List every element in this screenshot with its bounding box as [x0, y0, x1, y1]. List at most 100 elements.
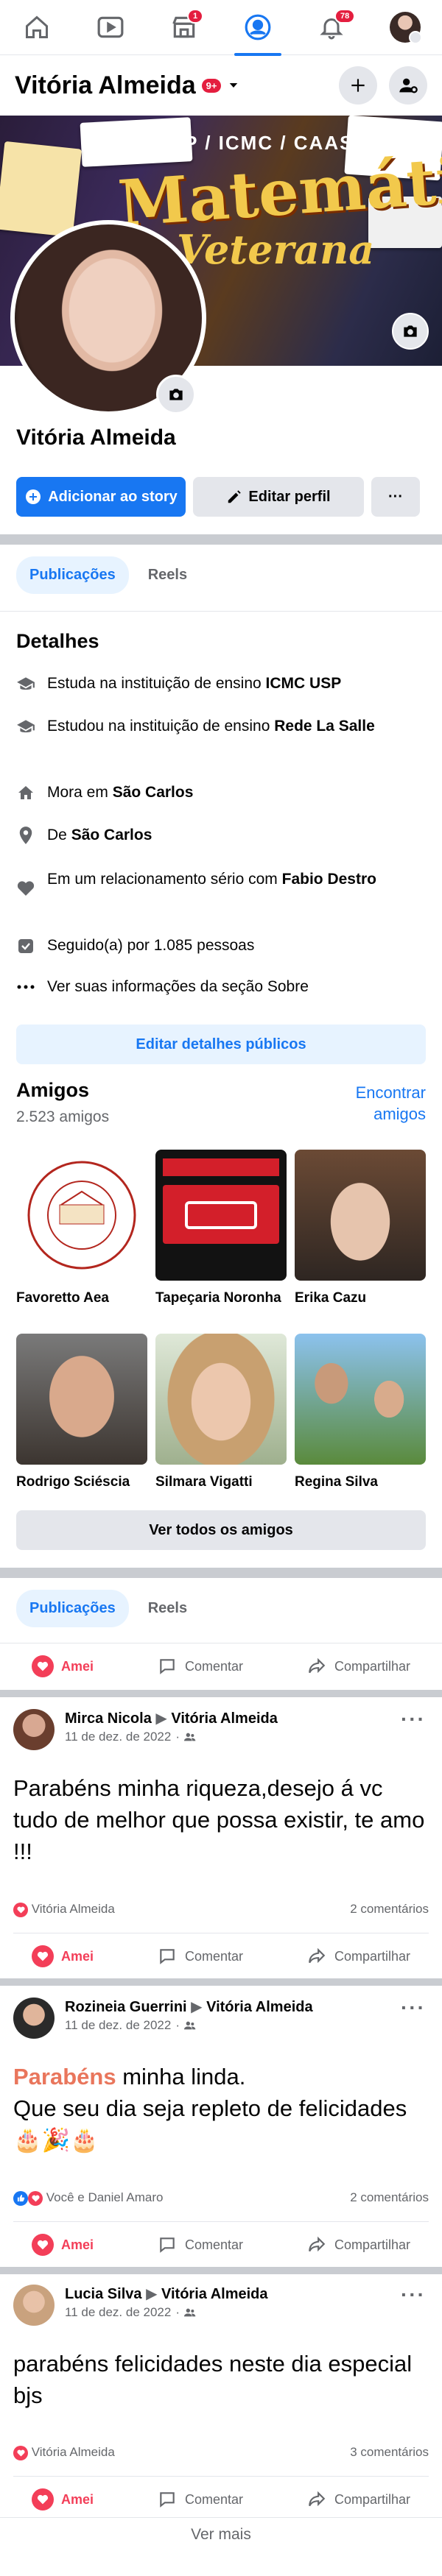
friends-icon — [183, 1733, 196, 1741]
post-author-line[interactable]: Mirca Nicola ▶ Vitória Almeida — [65, 1709, 278, 1728]
tab-reels[interactable]: Reels — [141, 556, 194, 594]
post-author-line[interactable]: Rozineia Guerrini ▶ Vitória Almeida — [65, 1998, 313, 2017]
share-icon — [309, 2236, 326, 2252]
create-button[interactable] — [339, 66, 377, 105]
edit-profile-label: Editar perfil — [248, 488, 331, 505]
tab-reels[interactable]: Reels — [141, 1590, 194, 1627]
author-avatar[interactable] — [13, 2285, 55, 2326]
comment-button[interactable]: Comentar — [157, 1657, 243, 1676]
love-icon — [31, 2234, 54, 2256]
comments-count[interactable]: 3 comentários — [350, 2445, 429, 2460]
see-more-link[interactable]: Ver mais — [0, 2526, 442, 2544]
share-button[interactable]: Compartilhar — [306, 1657, 410, 1676]
post-date[interactable]: 11 de dez. de 2022 · — [65, 2305, 268, 2320]
love-icon — [31, 2488, 54, 2510]
posts-tabs: Publicações Reels — [16, 1590, 194, 1627]
share-button[interactable]: Compartilhar — [306, 2235, 410, 2254]
ellipsis-icon — [16, 976, 35, 997]
post-more-button[interactable]: ··· — [401, 1708, 426, 1731]
friend-name: Favoretto Aea — [16, 1290, 109, 1306]
friend-name: Silmara Vigatti — [155, 1474, 253, 1490]
cover-section: USP / ICMC / CAASO Matemática Veterana — [0, 116, 442, 416]
profile-switcher[interactable]: Vitória Almeida 9+ — [15, 71, 240, 100]
share-button[interactable]: Compartilhar — [306, 2490, 410, 2509]
detail-about-link[interactable]: Ver suas informações da seção Sobre — [16, 976, 429, 997]
section-separator — [0, 1568, 442, 1578]
post-text: Parabéns minha riqueza,desejo á vc tudo … — [13, 1775, 425, 1864]
reactions-summary[interactable]: Vitória Almeida — [13, 1902, 115, 1917]
detail-text: Em um relacionamento sério com Fabio Des… — [47, 871, 376, 888]
friend-name: Rodrigo Sciéscia — [16, 1474, 130, 1490]
share-button[interactable]: Compartilhar — [306, 1947, 410, 1966]
add-story-button[interactable]: Adicionar ao story — [16, 477, 186, 517]
friend-card[interactable]: Rodrigo Sciéscia — [16, 1334, 147, 1491]
edit-public-details-button[interactable]: Editar detalhes públicos — [16, 1025, 426, 1064]
profile-title: Vitória Almeida — [15, 71, 196, 99]
love-reaction-icon — [28, 2190, 43, 2206]
tab-posts[interactable]: Publicações — [16, 1590, 129, 1627]
comment-icon — [160, 2237, 175, 2253]
love-button[interactable]: Amei — [31, 1945, 94, 1967]
detail-text: Seguido(a) por 1.085 pessoas — [47, 937, 255, 954]
location-pin-icon — [16, 824, 35, 846]
nav-menu[interactable] — [376, 0, 435, 55]
edit-cover-button[interactable] — [392, 313, 429, 350]
divider — [0, 2517, 442, 2518]
profile-tabs: Publicações Reels — [16, 556, 194, 594]
share-icon — [309, 1657, 326, 1674]
author-avatar[interactable] — [13, 1709, 55, 1750]
see-all-friends-button[interactable]: Ver todos os amigos — [16, 1510, 426, 1550]
nav-notifications[interactable]: 78 — [302, 0, 361, 55]
friend-card[interactable]: Regina Silva — [295, 1334, 426, 1491]
post-date[interactable]: 11 de dez. de 2022 · — [65, 1730, 278, 1744]
post-header: Rozineia Guerrini ▶ Vitória Almeida 11 d… — [13, 1998, 429, 2039]
love-button[interactable]: Amei — [31, 2234, 94, 2256]
like-reaction-icon — [13, 2190, 28, 2206]
friend-card[interactable]: Silmara Vigatti — [155, 1334, 287, 1491]
post-separator — [0, 1690, 442, 1697]
detail-text: Estuda na instituição de ensino ICMC USP — [47, 675, 342, 692]
account-settings-button[interactable] — [389, 66, 427, 105]
nav-profile[interactable] — [228, 0, 287, 56]
divider — [0, 611, 442, 612]
comments-count[interactable]: 2 comentários — [350, 2190, 429, 2206]
friend-card[interactable]: Erika Cazu — [295, 1150, 426, 1307]
camera-icon — [169, 389, 183, 400]
comment-icon — [160, 1659, 175, 1674]
love-button[interactable]: Amei — [31, 2488, 94, 2510]
nav-marketplace[interactable]: 1 — [155, 0, 214, 55]
love-button[interactable]: Amei — [31, 1655, 94, 1677]
post-more-button[interactable]: ··· — [401, 2283, 426, 2307]
graduation-cap-icon — [16, 715, 35, 737]
post-date[interactable]: 11 de dez. de 2022 · — [65, 2018, 313, 2033]
edit-profile-button[interactable]: Editar perfil — [193, 477, 364, 517]
edit-profile-picture-button[interactable] — [156, 375, 196, 414]
friend-photo — [155, 1334, 287, 1465]
friend-photo — [295, 1150, 426, 1281]
post-more-button[interactable]: ··· — [401, 1996, 426, 2020]
post-action-bar: Amei Comentar Compartilhar — [0, 1936, 442, 1977]
pencil-icon — [228, 490, 242, 503]
tab-posts[interactable]: Publicações — [16, 556, 129, 594]
user-name: Vitória Almeida — [16, 425, 176, 450]
friend-name: Regina Silva — [295, 1474, 378, 1490]
nav-home[interactable] — [7, 0, 66, 55]
find-friends-link[interactable]: Encontrar amigos — [323, 1082, 426, 1125]
post-author-line[interactable]: Lucia Silva ▶ Vitória Almeida — [65, 2285, 268, 2304]
detail-followers: Seguido(a) por 1.085 pessoas — [16, 935, 429, 956]
home-icon — [26, 15, 48, 38]
comment-button[interactable]: Comentar — [157, 2235, 243, 2254]
reactions-summary[interactable]: Vitória Almeida — [13, 2445, 115, 2460]
comments-count[interactable]: 2 comentários — [350, 1902, 429, 1917]
plus-icon — [351, 79, 365, 92]
comment-button[interactable]: Comentar — [157, 2490, 243, 2509]
comment-button[interactable]: Comentar — [157, 1947, 243, 1966]
more-options-button[interactable]: ··· — [371, 477, 420, 517]
reactions-summary[interactable]: Você e Daniel Amaro — [13, 2190, 164, 2206]
user-gear-icon — [399, 78, 418, 93]
author-avatar[interactable] — [13, 1998, 55, 2039]
friends-audience-icon: · — [175, 1730, 180, 1744]
friend-card[interactable]: Tapeçaria Noronha — [155, 1150, 287, 1307]
nav-watch[interactable] — [81, 0, 140, 55]
friend-card[interactable]: Favoretto Aea — [16, 1150, 147, 1307]
